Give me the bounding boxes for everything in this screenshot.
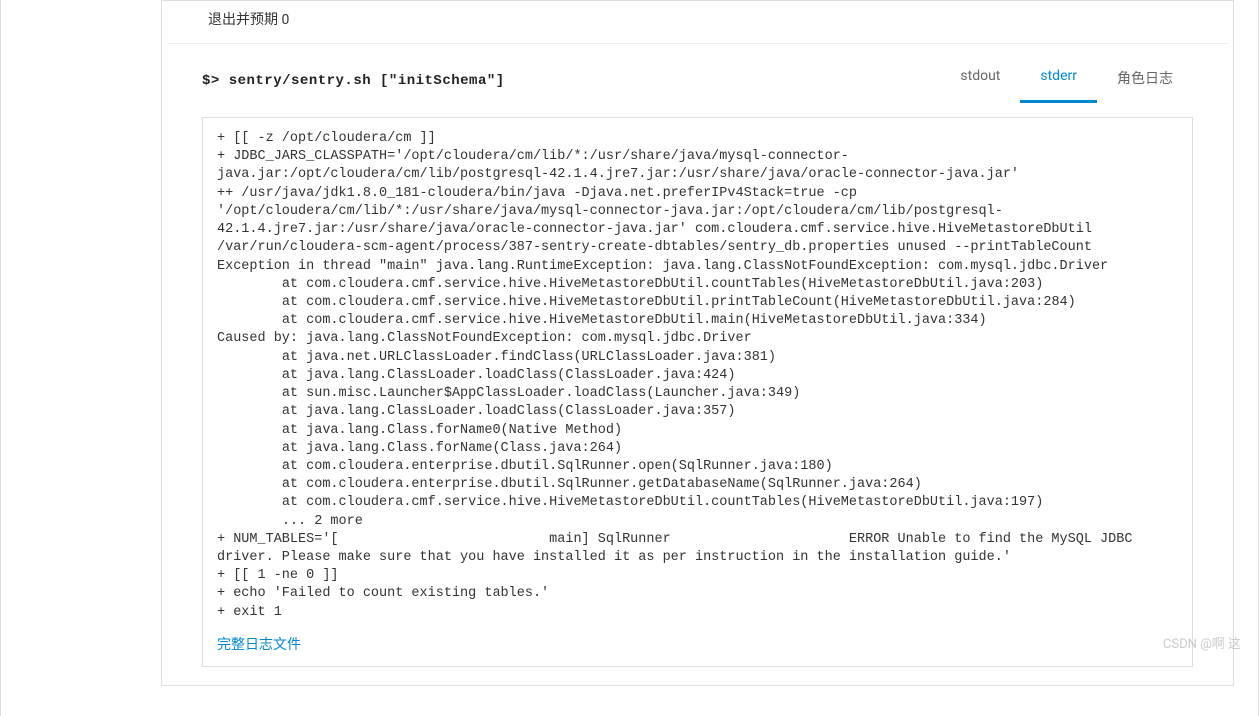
full-log-link[interactable]: 完整日志文件 [217,634,1178,654]
command-line: $> sentry/sentry.sh ["initSchema"] [202,73,505,89]
log-panel: 退出并预期 0 $> sentry/sentry.sh ["initSchema… [161,0,1234,686]
log-output-box: + [[ -z /opt/cloudera/cm ]] + JDBC_JARS_… [202,117,1193,667]
exit-status-line: 退出并预期 0 [168,1,1227,44]
log-content: + [[ -z /opt/cloudera/cm ]] + JDBC_JARS_… [217,130,1178,622]
tab-stderr[interactable]: stderr [1020,58,1097,103]
log-tabs: stdout stderr 角色日志 [940,58,1193,103]
tab-stdout[interactable]: stdout [940,58,1020,103]
tab-rolelog[interactable]: 角色日志 [1097,58,1193,103]
